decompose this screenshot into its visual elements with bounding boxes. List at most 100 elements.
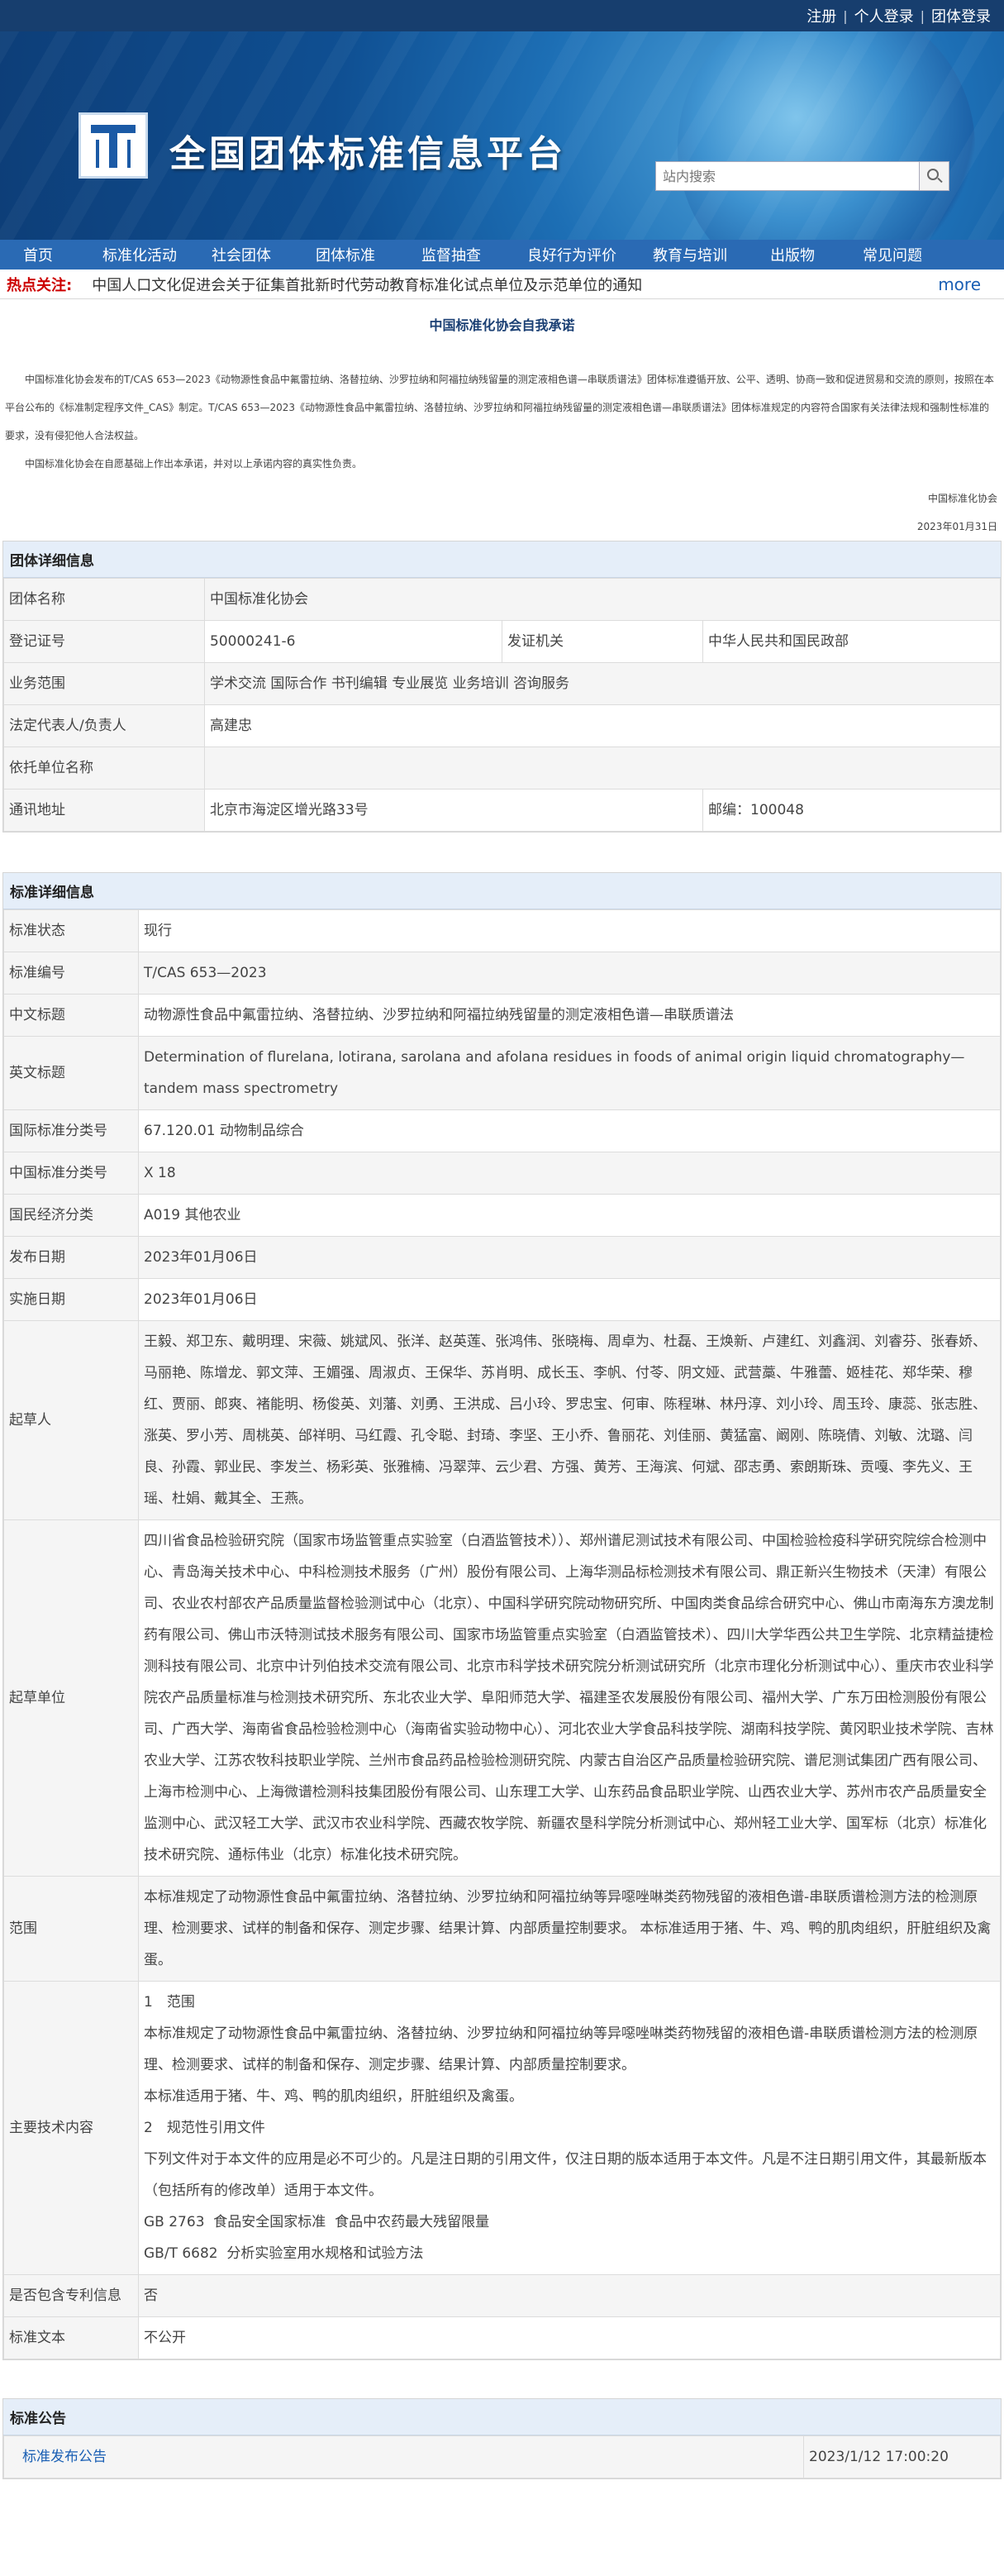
main-nav: 首页 标准化活动 社会团体 团体标准 监督抽查 良好行为评价 教育与培训 出版物…	[0, 240, 1004, 270]
self-commitment: 中国标准化协会自我承诺 中国标准化协会发布的T/CAS 653—2023《动物源…	[0, 314, 1004, 534]
field-label: 标准编号	[3, 952, 139, 995]
field-label: 主要技术内容	[3, 1981, 139, 2275]
field-label: 是否包含专利信息	[3, 2274, 139, 2317]
more-link[interactable]: more	[938, 274, 981, 294]
tech-line: 1 范围	[144, 1994, 195, 2011]
nav-item-training[interactable]: 教育与培训	[653, 244, 727, 265]
site-logo-icon[interactable]	[79, 112, 148, 179]
field-value: 中华人民共和国民政部	[702, 620, 1001, 663]
header-banner: 全国团体标准信息平台	[0, 31, 1004, 240]
table-row: 国际标准分类号 67.120.01 动物制品综合	[3, 1109, 1001, 1152]
table-row: 登记证号 50000241-6 发证机关 中华人民共和国民政部	[3, 620, 1001, 663]
field-label: 发证机关	[502, 620, 703, 663]
field-value: 北京市海淀区增光路33号	[204, 789, 703, 832]
table-row: 依托单位名称	[3, 747, 1001, 789]
field-value: A019 其他农业	[138, 1194, 1001, 1237]
nav-item-faq[interactable]: 常见问题	[863, 244, 922, 265]
zip-code: 邮编：100048	[702, 789, 1001, 832]
table-row: 实施日期 2023年01月06日	[3, 1278, 1001, 1321]
field-value: 高建忠	[204, 704, 1001, 747]
field-label: 法定代表人/负责人	[3, 704, 205, 747]
nav-item-home[interactable]: 首页	[23, 244, 53, 265]
search-button[interactable]	[920, 161, 949, 191]
field-label: 团体名称	[3, 578, 205, 621]
field-label: 登记证号	[3, 620, 205, 663]
field-value: 现行	[138, 909, 1001, 952]
top-bar: 注册 | 个人登录 | 团体登录	[0, 0, 1004, 31]
tech-line: GB 2763 食品安全国家标准 食品中农药最大残留限量	[144, 2214, 490, 2230]
group-login-link[interactable]: 团体登录	[925, 5, 997, 26]
field-value	[204, 747, 1001, 789]
field-label: 中文标题	[3, 994, 139, 1037]
hot-label: 热点关注:	[7, 276, 73, 294]
nav-item-evaluation[interactable]: 良好行为评价	[527, 244, 616, 265]
table-row: 发布日期 2023年01月06日	[3, 1236, 1001, 1279]
field-value: 2023年01月06日	[138, 1236, 1001, 1279]
announcement-cell: 标准发布公告	[3, 2435, 804, 2478]
tech-line: GB/T 6682 分析实验室用水规格和试验方法	[144, 2245, 424, 2262]
search-input[interactable]	[655, 161, 920, 191]
field-value: 2023年01月06日	[138, 1278, 1001, 1321]
drafting-units-value: 四川省食品检验研究院（国家市场监管重点实验室（白酒监管技术））、郑州谱尼测试技术…	[138, 1519, 1001, 1877]
field-label: 国民经济分类	[3, 1194, 139, 1237]
standard-detail-table: 标准状态 现行 标准编号 T/CAS 653—2023 中文标题 动物源性食品中氟雷拉…	[3, 909, 1001, 2359]
site-search	[655, 161, 949, 191]
table-row: 中国标准分类号 X 18	[3, 1152, 1001, 1195]
field-value: Determination of flurelana, lotirana, sa…	[138, 1036, 1001, 1110]
announcement-table: 标准发布公告 2023/1/12 17:00:20	[3, 2435, 1001, 2478]
org-detail-table: 团体名称 中国标准化协会 登记证号 50000241-6 发证机关 中华人民共和…	[3, 578, 1001, 832]
table-row: 通讯地址 北京市海淀区增光路33号 邮编：100048	[3, 789, 1001, 832]
field-label: 起草人	[3, 1320, 139, 1520]
table-row: 法定代表人/负责人 高建忠	[3, 704, 1001, 747]
table-row: 英文标题 Determination of flurelana, lotirana…	[3, 1036, 1001, 1110]
field-value: 动物源性食品中氟雷拉纳、洛替拉纳、沙罗拉纳和阿福拉纳残留量的测定液相色谱—串联质…	[138, 994, 1001, 1037]
nav-item-activities[interactable]: 标准化活动	[102, 244, 177, 265]
field-value: 50000241-6	[204, 620, 502, 663]
hot-news-link[interactable]: 中国人口文化促进会关于征集首批新时代劳动教育标准化试点单位及示范单位的通知	[92, 274, 642, 295]
scope-value: 本标准规定了动物源性食品中氟雷拉纳、洛替拉纳、沙罗拉纳和阿福拉纳等异噁唑啉类药物…	[138, 1876, 1001, 1982]
nav-item-groups[interactable]: 社会团体	[212, 244, 271, 265]
announcement-time: 2023/1/12 17:00:20	[803, 2435, 1001, 2478]
standard-detail-header: 标准详细信息	[3, 873, 1001, 909]
commitment-title: 中国标准化协会自我承诺	[429, 317, 575, 333]
field-label: 通讯地址	[3, 789, 205, 832]
table-row: 团体名称 中国标准化协会	[3, 578, 1001, 621]
field-label: 实施日期	[3, 1278, 139, 1321]
announcement-link[interactable]: 标准发布公告	[22, 2449, 107, 2465]
table-row: 主要技术内容 1 范围 本标准规定了动物源性食品中氟雷拉纳、洛替拉纳、沙罗拉纳和…	[3, 1981, 1001, 2275]
org-detail-panel: 团体详细信息 团体名称 中国标准化协会 登记证号 50000241-6 发证机关…	[2, 541, 1002, 832]
field-label: 范围	[3, 1876, 139, 1982]
field-value: T/CAS 653—2023	[138, 952, 1001, 995]
table-row: 标准状态 现行	[3, 909, 1001, 952]
field-label: 英文标题	[3, 1036, 139, 1110]
field-label: 国际标准分类号	[3, 1109, 139, 1152]
org-detail-header: 团体详细信息	[3, 541, 1001, 578]
field-label: 中国标准分类号	[3, 1152, 139, 1195]
hot-topics-bar: 热点关注: 中国人口文化促进会关于征集首批新时代劳动教育标准化试点单位及示范单位…	[0, 270, 1004, 299]
field-value: 不公开	[138, 2316, 1001, 2359]
tech-line: 下列文件对于本文件的应用是必不可少的。凡是注日期的引用文件，仅注日期的版本适用于…	[144, 2151, 987, 2199]
field-value: 学术交流 国际合作 书刊编辑 专业展览 业务培训 咨询服务	[204, 662, 1001, 705]
field-label: 发布日期	[3, 1236, 139, 1279]
field-label: 标准状态	[3, 909, 139, 952]
announcement-header: 标准公告	[3, 2399, 1001, 2435]
register-link[interactable]: 注册	[800, 5, 843, 26]
field-value: X 18	[138, 1152, 1001, 1195]
nav-item-standards[interactable]: 团体标准	[316, 244, 375, 265]
tech-line: 本标准适用于猪、牛、鸡、鸭的肌肉组织，肝脏组织及禽蛋。	[144, 2088, 523, 2105]
main-tech-content: 1 范围 本标准规定了动物源性食品中氟雷拉纳、洛替拉纳、沙罗拉纳和阿福拉纳等异噁…	[138, 1981, 1001, 2275]
table-row: 中文标题 动物源性食品中氟雷拉纳、洛替拉纳、沙罗拉纳和阿福拉纳残留量的测定液相色谱…	[3, 994, 1001, 1037]
table-row: 起草单位 四川省食品检验研究院（国家市场监管重点实验室（白酒监管技术））、郑州谱尼…	[3, 1519, 1001, 1877]
nav-item-inspection[interactable]: 监督抽查	[421, 244, 481, 265]
drafters-value: 王毅、郑卫东、戴明理、宋薇、姚斌风、张洋、赵英莲、张鸿伟、张晓梅、周卓为、杜磊、…	[138, 1320, 1001, 1520]
page: 注册| 个人登录| 团体登录 全国团体标准信息平台 首页 标准化活动 社会团体 …	[0, 0, 1004, 2576]
commitment-signature: 中国标准化协会	[927, 493, 997, 504]
table-row: 业务范围 学术交流 国际合作 书刊编辑 专业展览 业务培训 咨询服务	[3, 662, 1001, 705]
commitment-paragraph: 中国标准化协会发布的T/CAS 653—2023《动物源性食品中氟雷拉纳、洛替拉…	[5, 374, 994, 441]
field-label: 依托单位名称	[3, 747, 205, 789]
personal-login-link[interactable]: 个人登录	[848, 5, 921, 26]
field-value: 中国标准化协会	[204, 578, 1001, 621]
field-label: 起草单位	[3, 1519, 139, 1877]
tech-line: 本标准规定了动物源性食品中氟雷拉纳、洛替拉纳、沙罗拉纳和阿福拉纳等异噁唑啉类药物…	[144, 2025, 978, 2073]
nav-item-publications[interactable]: 出版物	[770, 244, 815, 265]
